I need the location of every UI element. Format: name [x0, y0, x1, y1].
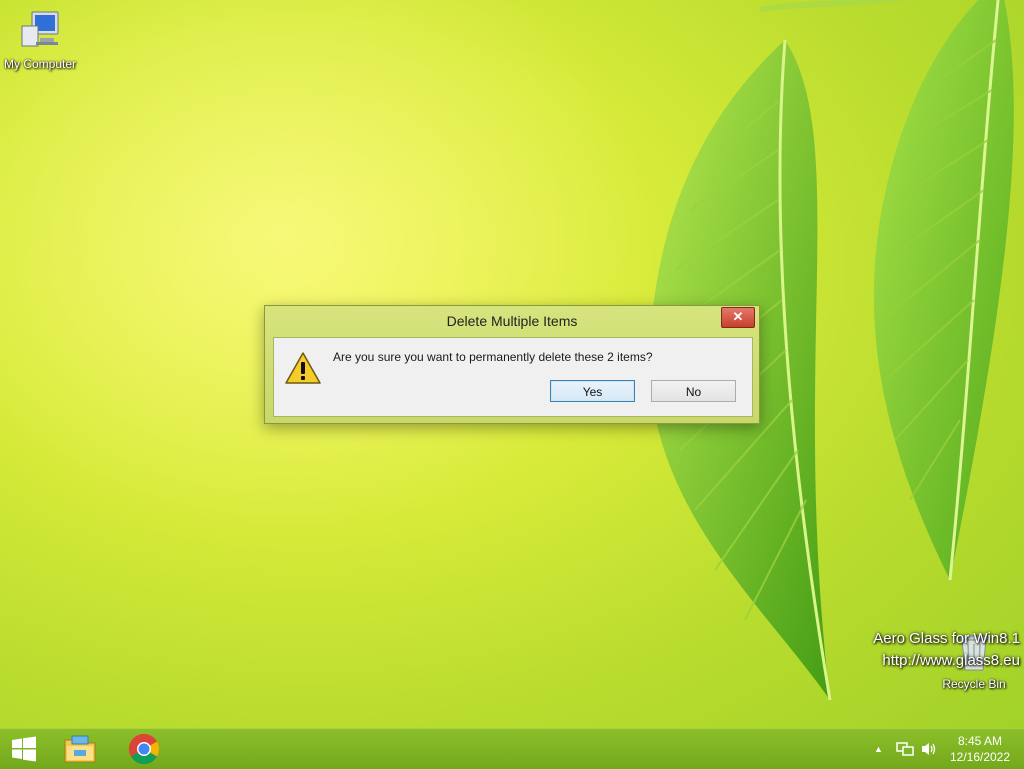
- close-button[interactable]: ✕: [721, 307, 755, 328]
- recycle-bin-label: Recycle Bin: [942, 677, 1006, 691]
- no-button[interactable]: No: [651, 380, 736, 402]
- delete-confirmation-dialog: Delete Multiple Items ✕ Are you sure you…: [264, 305, 760, 424]
- computer-icon: [21, 11, 59, 47]
- aero-glass-watermark: Aero Glass for Win8.1 http://www.glass8.…: [873, 628, 1020, 672]
- my-computer-desktop-icon[interactable]: My Computer: [0, 10, 80, 71]
- show-hidden-icons-button[interactable]: ▲: [874, 729, 883, 769]
- watermark-line-2: http://www.glass8.eu: [882, 652, 1020, 669]
- warning-icon: [285, 352, 321, 384]
- dialog-title: Delete Multiple Items: [446, 313, 578, 329]
- dialog-message: Are you sure you want to permanently del…: [333, 350, 653, 364]
- network-icon: [896, 742, 914, 756]
- network-tray-button[interactable]: [896, 729, 914, 769]
- volume-tray-button[interactable]: [920, 729, 938, 769]
- chrome-icon: [128, 734, 160, 765]
- yes-button[interactable]: Yes: [550, 380, 635, 402]
- chevron-up-icon: ▲: [874, 744, 883, 754]
- start-button[interactable]: [0, 731, 48, 767]
- my-computer-label: My Computer: [3, 57, 77, 71]
- clock-time: 8:45 AM: [957, 734, 1003, 748]
- clock[interactable]: 8:45 AM 12/16/2022: [944, 733, 1016, 765]
- taskbar: ▲ 8:45 AM 12/16/2022: [0, 728, 1024, 769]
- file-explorer-taskbar-button[interactable]: [56, 731, 104, 767]
- chrome-taskbar-button[interactable]: [120, 731, 168, 767]
- volume-icon: [922, 743, 936, 755]
- clock-date: 12/16/2022: [949, 750, 1011, 764]
- dialog-body: Are you sure you want to permanently del…: [273, 337, 753, 417]
- watermark-line-1: Aero Glass for Win8.1: [873, 630, 1020, 647]
- file-explorer-icon: [64, 735, 96, 763]
- windows-logo-icon: [12, 736, 36, 762]
